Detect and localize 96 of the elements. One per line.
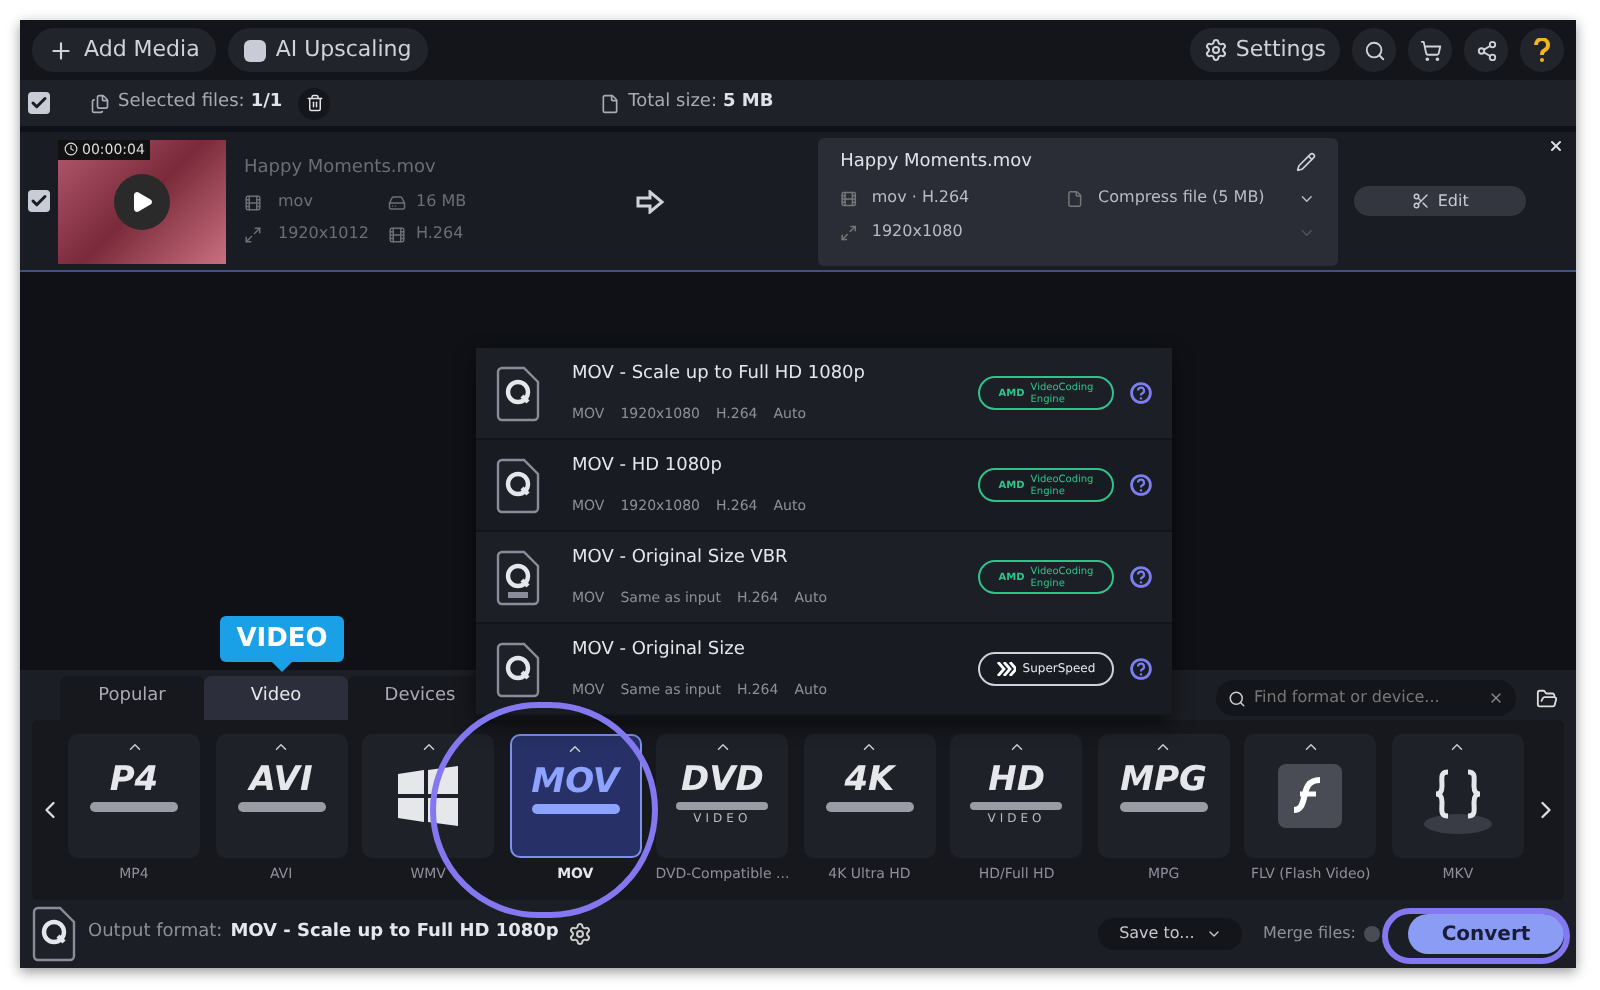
- preset-title: MOV - Scale up to Full HD 1080p: [572, 361, 867, 387]
- disc-band-icon: [825, 802, 914, 813]
- format-tile[interactable]: MPG: [1097, 734, 1230, 859]
- ai-upscaling-button[interactable]: AI Upscaling: [227, 28, 428, 72]
- format-tile[interactable]: [362, 734, 495, 859]
- disc-band-icon: [237, 802, 326, 813]
- output-file-name: Happy Moments.mov: [840, 149, 1032, 175]
- help-button[interactable]: [1520, 28, 1564, 72]
- chevron-down-icon: [1206, 926, 1223, 942]
- format-tile[interactable]: AVI: [215, 734, 348, 859]
- format-tile[interactable]: MOV: [509, 734, 642, 859]
- output-format: mov · H.264: [871, 186, 972, 210]
- settings-icon: [1203, 38, 1228, 62]
- document-icon: [1066, 189, 1085, 207]
- output-resolution: 1920x1080: [871, 220, 965, 244]
- format-tile[interactable]: P4: [68, 734, 200, 859]
- trash-icon: [305, 94, 324, 112]
- document-icon: [600, 93, 621, 113]
- help-icon[interactable]: [1130, 474, 1152, 496]
- format-logo: P4: [109, 764, 159, 799]
- play-icon: [130, 189, 154, 213]
- checkbox[interactable]: [28, 92, 50, 114]
- search-field[interactable]: Find format or device...: [1216, 680, 1516, 716]
- flash-logo-icon: [1278, 764, 1343, 829]
- play-button[interactable]: [114, 173, 170, 229]
- scissors-icon: [1411, 192, 1430, 210]
- disc-band-icon: [676, 802, 769, 811]
- search-input[interactable]: Find format or device...: [1254, 686, 1480, 710]
- chevrons-icon: [996, 662, 1017, 676]
- format-logo: AVI: [249, 764, 313, 799]
- format-logo: DVD: [680, 764, 764, 799]
- cart-icon: [1419, 39, 1441, 61]
- merge-toggle[interactable]: [1364, 926, 1380, 942]
- quicktime-file-icon: [32, 906, 76, 962]
- resize-icon: [840, 223, 858, 241]
- convert-arrow-icon: [634, 189, 667, 213]
- search-icon: [1228, 689, 1246, 707]
- output-format-value: MOV - Scale up to Full HD 1080p: [230, 920, 559, 947]
- save-to-dropdown[interactable]: Save to...: [1098, 918, 1243, 950]
- disc-band-icon: [1119, 802, 1208, 813]
- disc-band-icon: [90, 802, 178, 813]
- format-icon: [840, 189, 858, 207]
- close-icon[interactable]: [1548, 138, 1564, 154]
- disc-band-icon: [970, 802, 1063, 811]
- help-icon[interactable]: [1130, 658, 1152, 680]
- file-codec: H.264: [416, 222, 464, 247]
- search-icon: [1363, 39, 1385, 61]
- share-icon: [1475, 39, 1497, 61]
- edit-button[interactable]: Edit: [1354, 186, 1527, 216]
- settings-button[interactable]: Settings: [1189, 28, 1340, 72]
- format-logo: MPG: [1120, 764, 1207, 799]
- format-tile[interactable]: [1244, 734, 1377, 859]
- clock-icon: [64, 142, 78, 157]
- rename-icon[interactable]: [1296, 152, 1317, 173]
- checkbox[interactable]: [28, 190, 50, 212]
- disc-band-icon: [531, 804, 620, 815]
- folder-icon: [1535, 687, 1557, 709]
- codec-icon: [388, 225, 406, 244]
- windows-flag-icon: [394, 764, 463, 829]
- resize-icon: [244, 225, 262, 244]
- delete-button[interactable]: [298, 87, 331, 119]
- share-button[interactable]: [1464, 28, 1508, 72]
- format-logo: HD: [988, 764, 1045, 799]
- callout-pointer: [272, 662, 292, 672]
- output-format-label: Output format:: [88, 920, 223, 947]
- format-icon: [244, 193, 262, 212]
- preset-title: MOV - HD 1080p: [572, 453, 724, 479]
- format-logo: 4K: [844, 764, 895, 799]
- cart-button[interactable]: [1408, 28, 1452, 72]
- add-media-button[interactable]: Add Media: [32, 28, 216, 72]
- files-icon: [90, 93, 110, 113]
- clear-icon[interactable]: [1488, 690, 1504, 706]
- preset-title: MOV - Original Size: [572, 637, 747, 663]
- selected-files-label: Selected files:: [118, 89, 245, 116]
- format-logo: MOV: [531, 766, 620, 801]
- search-button[interactable]: [1352, 28, 1396, 72]
- preset-title: MOV - Original Size VBR: [572, 545, 790, 571]
- compress-dropdown[interactable]: Compress file (5 MB): [1098, 186, 1299, 210]
- total-size-value: 5 MB: [723, 89, 774, 116]
- merge-files-label: Merge files:: [1262, 922, 1356, 946]
- plus-icon: [48, 37, 74, 63]
- file-resolution: 1920x1012: [278, 222, 371, 247]
- help-icon[interactable]: [1130, 382, 1152, 404]
- file-name: Happy Moments.mov: [244, 155, 438, 182]
- settings-icon[interactable]: [568, 922, 593, 946]
- format-tile[interactable]: [1391, 734, 1524, 859]
- file-size: 16 MB: [416, 190, 467, 215]
- category-tab[interactable]: Video: [204, 676, 348, 720]
- selected-files-count: 1/1: [250, 89, 283, 116]
- format-tile[interactable]: 4K: [803, 734, 936, 859]
- question-mark-icon: [1534, 38, 1550, 62]
- total-size-label: Total size:: [628, 89, 717, 116]
- category-tab[interactable]: Popular: [60, 676, 204, 720]
- convert-button[interactable]: Convert: [1408, 914, 1564, 954]
- file-format: mov: [278, 190, 315, 215]
- help-icon[interactable]: [1130, 566, 1152, 588]
